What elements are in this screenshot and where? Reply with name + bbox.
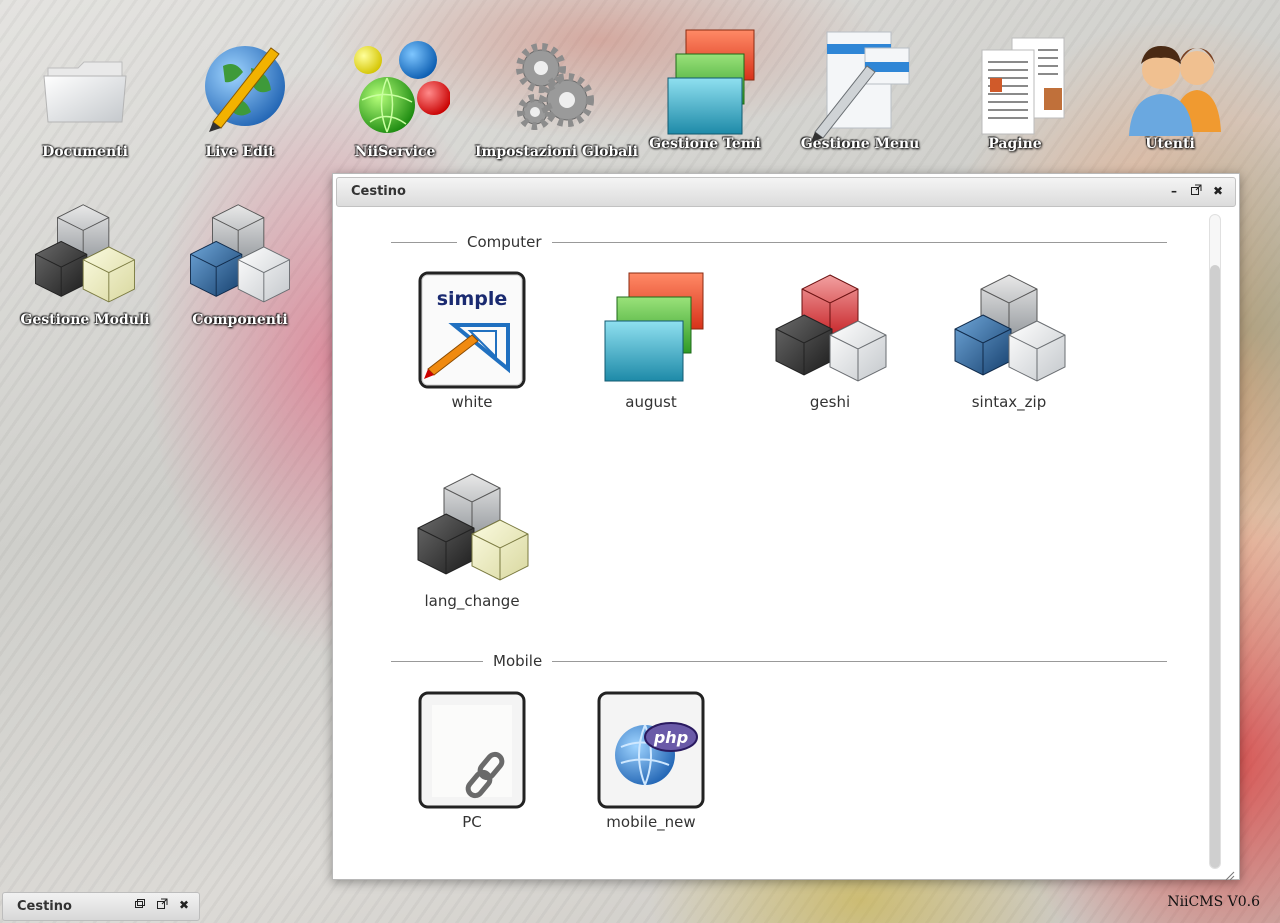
section-caption: Computer: [457, 233, 552, 251]
item-label: august: [625, 393, 677, 411]
section-computer: Computer: [391, 233, 1167, 253]
scrollbar-thumb[interactable]: [1210, 265, 1220, 868]
desktop-icon-gestione-moduli[interactable]: Gestione Moduli: [10, 198, 160, 328]
link-page-icon: [412, 691, 532, 811]
desktop-icon-gestione-temi[interactable]: Gestione Temi: [630, 28, 780, 152]
window-title: Cestino: [351, 184, 406, 199]
cubes-blue-icon: [185, 198, 295, 316]
item-label: white: [451, 393, 493, 411]
trash-item-sintax-zip[interactable]: sintax_zip: [939, 271, 1079, 411]
item-label: sintax_zip: [971, 393, 1047, 411]
trash-item-august[interactable]: august: [581, 271, 721, 411]
cubes-icon: [30, 198, 140, 316]
desktop-icon-documenti[interactable]: Documenti: [10, 38, 160, 160]
stacked-windows-icon: [650, 28, 760, 148]
folder-icon: [30, 38, 140, 148]
resize-grip-icon[interactable]: [1225, 866, 1235, 881]
taskbar-title: Cestino: [17, 899, 72, 914]
users-icon: [1115, 28, 1225, 148]
trash-item-geshi[interactable]: geshi: [760, 271, 900, 411]
simple-badge-text: simple: [437, 288, 508, 310]
item-label: geshi: [809, 393, 851, 411]
trash-item-white[interactable]: simple white: [402, 271, 542, 411]
stacked-windows-icon: [591, 271, 711, 391]
close-icon[interactable]: ✖: [177, 898, 191, 912]
section-caption: Mobile: [483, 652, 553, 670]
globe-pencil-icon: [185, 38, 295, 148]
desktop-icon-gestione-menu[interactable]: Gestione Menu: [785, 28, 935, 152]
trash-item-mobile-new[interactable]: php mobile_new: [581, 691, 721, 831]
item-label: PC: [462, 813, 482, 831]
desktop-icon-componenti[interactable]: Componenti: [165, 198, 315, 328]
maximize-icon[interactable]: [155, 898, 169, 912]
php-globe-icon: php: [591, 691, 711, 811]
window-content: Computer simple white august geshi sinta…: [333, 209, 1211, 879]
maximize-icon[interactable]: [1189, 184, 1203, 198]
window-titlebar[interactable]: Cestino – ✖: [336, 177, 1236, 207]
cubes-yellow-icon: [412, 470, 532, 590]
desktop-icon-utenti[interactable]: Utenti: [1095, 28, 1245, 152]
colored-balls-icon: [340, 38, 451, 148]
menu-pen-icon: [805, 28, 915, 148]
close-icon[interactable]: ✖: [1211, 184, 1225, 198]
cubes-red-icon: [770, 271, 890, 391]
desktop-icon-impostazioni-globali[interactable]: Impostazioni Globali: [475, 38, 638, 160]
simple-theme-icon: simple: [412, 271, 532, 391]
vertical-scrollbar[interactable]: [1209, 214, 1221, 869]
section-mobile: Mobile: [391, 652, 1167, 672]
version-label: NiiCMS V0.6: [1167, 894, 1260, 910]
desktop-icon-live-edit[interactable]: Live Edit: [165, 38, 315, 160]
gears-icon: [495, 38, 605, 148]
pages-icon: [960, 28, 1070, 148]
desktop-icon-pagine[interactable]: Pagine: [940, 28, 1090, 152]
minimize-icon[interactable]: –: [1167, 184, 1181, 198]
desktop-icon-niiservice[interactable]: NiiService: [320, 38, 470, 160]
cubes-blue-icon: [949, 271, 1069, 391]
item-label: mobile_new: [606, 813, 696, 831]
php-badge-text: php: [653, 728, 688, 747]
restore-icon[interactable]: [133, 898, 147, 912]
trash-item-lang-change[interactable]: lang_change: [402, 470, 542, 610]
cestino-window: Cestino – ✖ Computer simple white august…: [332, 173, 1240, 881]
item-label: lang_change: [424, 592, 520, 610]
trash-item-pc[interactable]: PC: [402, 691, 542, 831]
taskbar-window-button[interactable]: Cestino ✖: [2, 892, 200, 921]
